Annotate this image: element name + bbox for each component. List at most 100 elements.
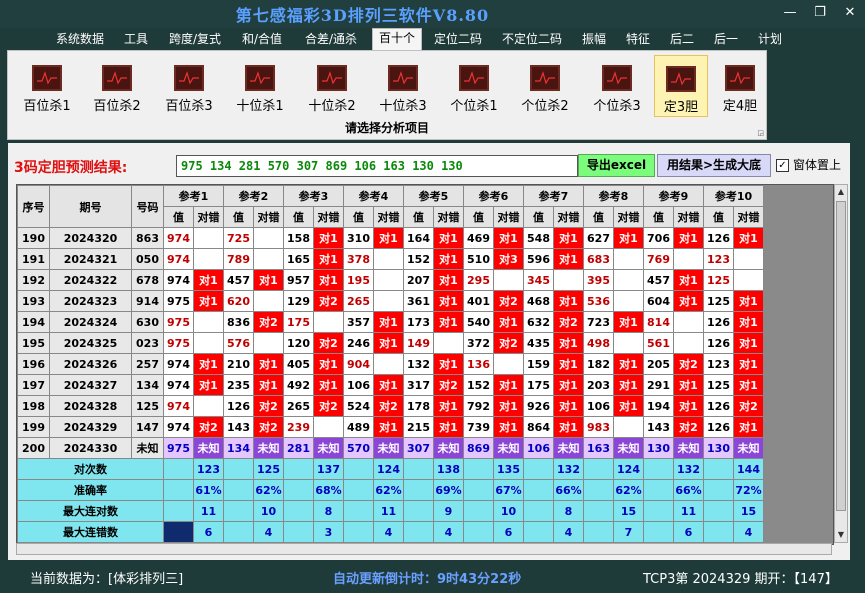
stats-value: 7 [613,521,644,543]
table-row[interactable]: 192 2024322 678 974 对1 457 对1 957 对1 195 207 对1 295 3… [17,269,764,291]
cell-value: 178 [403,395,434,417]
header-ref[interactable]: 参考4 [343,185,404,207]
stats-spacer [403,479,434,501]
menu-item-span[interactable]: 跨度/复式 [162,30,228,50]
menu-item-position[interactable]: 百十个 [372,28,422,51]
table-row[interactable]: 199 2024329 147 974 对2 143 对2 239 489 对1 215 对1 739 对… [17,416,764,438]
cell-value: 317 [403,374,434,396]
ribbon-button-9[interactable]: 个位杀3 [586,55,648,115]
cell-code: 630 [131,311,164,333]
scroll-up-icon[interactable]: ▲ [835,185,847,199]
cell-value: 469 [463,227,494,249]
table-row[interactable]: 196 2024326 257 974 对1 210 对1 405 对1 904 132 对1 136 1… [17,353,764,375]
cell-value: 126 [703,332,734,354]
horizontal-scrollbar[interactable] [16,543,832,555]
table-row[interactable]: 198 2024328 125 974 126 对2 265 对2 524 对2 178 对1 792 对… [17,395,764,417]
ribbon-button-label: 个位杀2 [521,99,569,114]
minimize-button[interactable]: — [775,4,805,22]
menu-item-diff[interactable]: 合差/通杀 [298,30,364,50]
table-row[interactable]: 190 2024320 863 974 725 158 对1 310 对1 164 对1 469 对1 5… [17,227,764,249]
cell-result: 对1 [613,227,644,249]
ribbon-button-4[interactable]: 十位杀1 [229,55,291,115]
cell-result [613,416,644,438]
cell-result [193,227,224,249]
header-ref[interactable]: 参考9 [643,185,704,207]
table-row[interactable]: 195 2024325 023 975 576 120 对2 246 对1 149 372 对2 435… [17,332,764,354]
countdown: 自动更新倒计时：9时43分22秒 [333,568,521,587]
header-ref[interactable]: 参考6 [463,185,524,207]
header-ref[interactable]: 参考7 [523,185,584,207]
prediction-row[interactable]: 200 2024330 未知 975 未知 134 未知 281 未知 570 未知 307 未知 869… [17,437,764,459]
ribbon-button-10[interactable]: 定3胆 [654,55,708,117]
prediction-result-field[interactable]: 975 134 281 570 307 869 106 163 130 130 [176,155,578,177]
header-ref[interactable]: 参考10 [703,185,764,207]
menu-item-back-two[interactable]: 后二 [664,30,700,50]
cell-result: 未知 [373,437,404,459]
table-row[interactable]: 191 2024321 050 974 789 165 对1 378 152 对1 510 对3 596… [17,248,764,270]
cell-code: 863 [131,227,164,249]
cell-result [613,332,644,354]
stats-value: 4 [433,521,464,543]
header-ref[interactable]: 参考2 [223,185,284,207]
cell-result: 对1 [373,227,404,249]
cell-result: 对1 [673,227,704,249]
cell-value: 536 [583,290,614,312]
cell-value: 130 [643,437,674,459]
table-row[interactable]: 197 2024327 134 974 对1 235 对1 492 对1 106 对1 317 对2 15… [17,374,764,396]
stats-spacer [223,479,254,501]
menu-item-unfixed-pair[interactable]: 不定位二码 [496,30,568,50]
table-row[interactable]: 193 2024323 914 975 对1 620 129 对2 265 361 对1 401 对2 4… [17,290,764,312]
menu-item-amplitude[interactable]: 振幅 [576,30,612,50]
menu-item-back-one[interactable]: 后一 [708,30,744,50]
stats-value: 132 [673,458,704,480]
ribbon-button-7[interactable]: 个位杀1 [443,55,505,115]
menu-item-tools[interactable]: 工具 [118,30,154,50]
restore-button[interactable]: ❐ [805,4,835,22]
ribbon-button-5[interactable]: 十位杀2 [301,55,363,115]
menu-item-sum[interactable]: 和/合值 [236,30,288,50]
subheader-result: 对错 [193,206,224,228]
cell-result [493,353,524,375]
table-row[interactable]: 194 2024324 630 975 836 对2 175 357 对1 173 对1 540 对1 6… [17,311,764,333]
scroll-down-icon[interactable]: ▼ [835,528,847,542]
ribbon-expand-icon[interactable]: ◲ [757,129,764,137]
vertical-scrollbar[interactable]: ▲ ▼ [834,184,848,543]
menu-item-feature[interactable]: 特征 [620,30,656,50]
cell-result: 未知 [313,437,344,459]
menu-item-fixed-pair[interactable]: 定位二码 [428,30,488,50]
header-ref[interactable]: 参考1 [163,185,224,207]
scrollbar-thumb[interactable] [836,201,846,511]
cell-value: 152 [403,248,434,270]
ribbon-button-8[interactable]: 个位杀2 [514,55,576,115]
cell-result [733,248,764,270]
generate-base-button[interactable]: 用结果>生成大底 [657,154,771,177]
close-button[interactable]: ✕ [835,4,865,22]
header-ref[interactable]: 参考8 [583,185,644,207]
header-ref[interactable]: 参考5 [403,185,464,207]
ribbon-button-2[interactable]: 百位杀2 [86,55,148,115]
header-ref[interactable]: 参考3 [283,185,344,207]
subheader-result: 对错 [673,206,704,228]
menu-item-system-data[interactable]: 系统数据 [50,30,110,50]
cell-value: 125 [703,290,734,312]
subheader-result: 对错 [313,206,344,228]
cell-value: 361 [403,290,434,312]
ribbon-button-3[interactable]: 百位杀3 [158,55,220,115]
subheader-result: 对错 [253,206,284,228]
ribbon-button-1[interactable]: 百位杀1 [16,55,78,115]
menu-item-plan[interactable]: 计划 [752,30,788,50]
cell-value: 435 [523,332,554,354]
stats-spacer [643,521,674,543]
cell-value: 524 [343,395,374,417]
ribbon-button-6[interactable]: 十位杀3 [372,55,434,115]
ribbon-button-11[interactable]: 定4胆 [714,55,766,115]
stats-spacer [643,479,674,501]
export-excel-button[interactable]: 导出excel [578,154,655,177]
stats-label: 最大连对数 [17,500,164,522]
window-ontop-checkbox[interactable]: ✓ 窗体置上 [776,156,841,173]
cell-code: 125 [131,395,164,417]
cell-result [733,269,764,291]
cell-result: 对1 [373,311,404,333]
chart-icon [174,65,204,91]
stats-spacer [283,479,314,501]
